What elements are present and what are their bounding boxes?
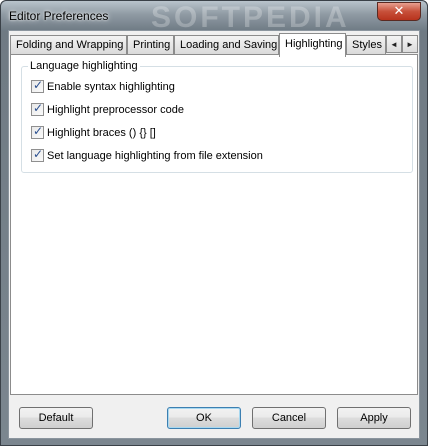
tab-styles[interactable]: Styles bbox=[346, 35, 386, 55]
checkbox-label: Highlight preprocessor code bbox=[47, 103, 184, 116]
highlight-braces-option[interactable]: ✓ Highlight braces () {} [] bbox=[31, 124, 156, 140]
tab-folding-and-wrapping[interactable]: Folding and Wrapping bbox=[10, 35, 127, 55]
language-from-extension-option[interactable]: ✓ Set language highlighting from file ex… bbox=[31, 147, 263, 163]
checkmark-icon: ✓ bbox=[33, 147, 44, 161]
tab-scroll-right-button[interactable]: ► bbox=[402, 35, 418, 53]
cancel-button[interactable]: Cancel bbox=[252, 407, 326, 429]
arrow-left-icon: ◄ bbox=[390, 39, 398, 49]
tab-highlighting[interactable]: Highlighting bbox=[279, 33, 346, 57]
tab-strip: Folding and Wrapping Printing Loading an… bbox=[10, 33, 420, 57]
checkmark-icon: ✓ bbox=[33, 101, 44, 115]
highlighting-panel: Language highlighting ✓ Enable syntax hi… bbox=[10, 54, 418, 395]
group-title: Language highlighting bbox=[28, 60, 140, 72]
ok-button[interactable]: OK bbox=[167, 407, 241, 429]
apply-button[interactable]: Apply bbox=[337, 407, 411, 429]
checkmark-icon: ✓ bbox=[33, 124, 44, 138]
checkbox-label: Enable syntax highlighting bbox=[47, 80, 175, 93]
tab-scroll-left-button[interactable]: ◄ bbox=[386, 35, 402, 53]
dialog-client-area: Folding and Wrapping Printing Loading an… bbox=[8, 30, 420, 439]
default-button[interactable]: Default bbox=[19, 407, 93, 429]
enable-syntax-highlighting-option[interactable]: ✓ Enable syntax highlighting bbox=[31, 78, 175, 94]
title-bar[interactable]: SOFTPEDIA Editor Preferences ✕ bbox=[1, 1, 427, 34]
checkbox-label: Highlight braces () {} [] bbox=[47, 126, 156, 139]
close-icon: ✕ bbox=[393, 4, 405, 19]
window-title: Editor Preferences bbox=[9, 9, 109, 23]
highlight-braces-checkbox[interactable]: ✓ bbox=[31, 124, 44, 139]
enable-syntax-highlighting-checkbox[interactable]: ✓ bbox=[31, 78, 44, 93]
highlight-preprocessor-checkbox[interactable]: ✓ bbox=[31, 101, 44, 116]
tab-printing[interactable]: Printing bbox=[127, 35, 174, 55]
dialog-window: SOFTPEDIA Editor Preferences ✕ Folding a… bbox=[0, 0, 428, 446]
language-highlighting-group: Language highlighting ✓ Enable syntax hi… bbox=[21, 60, 413, 173]
language-from-extension-checkbox[interactable]: ✓ bbox=[31, 147, 44, 162]
checkbox-label: Set language highlighting from file exte… bbox=[47, 149, 263, 162]
close-button[interactable]: ✕ bbox=[377, 2, 421, 21]
checkmark-icon: ✓ bbox=[33, 78, 44, 92]
highlight-preprocessor-option[interactable]: ✓ Highlight preprocessor code bbox=[31, 101, 184, 117]
tab-loading-and-saving[interactable]: Loading and Saving bbox=[174, 35, 279, 55]
arrow-right-icon: ► bbox=[406, 39, 414, 49]
tab-scroll-buttons: ◄ ► bbox=[386, 35, 418, 53]
